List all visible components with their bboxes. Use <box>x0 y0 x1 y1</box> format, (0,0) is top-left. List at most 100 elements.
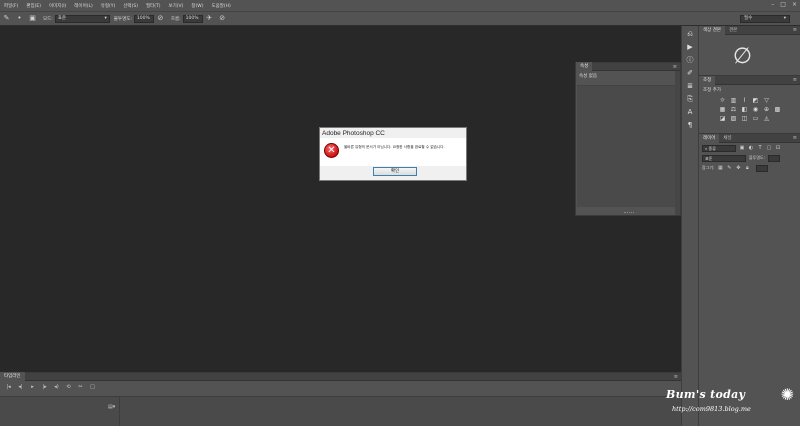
opacity-label: 불투명도: <box>113 16 132 22</box>
photo-filter-icon[interactable]: ◉ <box>752 106 759 113</box>
blend-mode-value: 표준 <box>705 155 713 161</box>
menu-layer[interactable]: 레이어(L) <box>70 3 96 9</box>
window-controls: – □ × <box>771 1 797 8</box>
mode-label: 모드: <box>43 16 53 22</box>
close-button[interactable]: × <box>792 1 797 8</box>
layer-kind-select[interactable]: ⌕ 종류 <box>702 144 736 152</box>
history-icon[interactable]: ⎌ <box>684 29 696 39</box>
flow-label: 흐름: <box>170 16 181 22</box>
tab-layers[interactable]: 레이어 <box>699 133 720 143</box>
lock-transparent-icon[interactable]: ▦ <box>717 165 723 171</box>
workspace-select[interactable]: 필수 ▾ <box>740 15 790 23</box>
menu-help[interactable]: 도움말(H) <box>207 3 234 9</box>
color-balance-icon[interactable]: ⚖ <box>730 106 737 113</box>
menu-file[interactable]: 파일(F) <box>0 3 22 9</box>
first-frame-button[interactable]: |◂ <box>5 384 12 390</box>
menu-edit[interactable]: 편집(E) <box>22 3 45 9</box>
layer-fill-input[interactable] <box>756 164 769 172</box>
render-icon[interactable]: ▤▾ <box>108 404 115 410</box>
ok-button[interactable]: 확인 <box>373 167 417 176</box>
paragraph-icon[interactable]: ¶ <box>684 120 696 130</box>
opacity-input[interactable]: 100% <box>133 14 154 23</box>
brush-size-icon[interactable]: • <box>15 14 24 23</box>
exposure-icon[interactable]: ◩ <box>752 97 759 104</box>
pressure-opacity-icon[interactable]: ⊘ <box>156 14 165 23</box>
transition-button[interactable]: □ <box>89 384 96 390</box>
next-frame-button[interactable]: |▸ <box>41 384 48 390</box>
menu-type[interactable]: 유형(Y) <box>97 3 120 9</box>
layer-opacity-input[interactable] <box>768 154 781 162</box>
settings-button[interactable]: ⟲ <box>65 384 72 390</box>
audio-button[interactable]: ◂) <box>53 384 60 390</box>
filter-adjust-icon[interactable]: ◐ <box>748 145 754 151</box>
adjustments-panel: 조정 ≡ 조정 추가 ☼ ▥ ⌇ ◩ ▽ ▦ ⚖ ◧ ◉ ⊕ ▩ ◪ ▨ ◫ ▭… <box>699 75 800 134</box>
flow-value: 100% <box>185 15 199 21</box>
timeline-panel: 타임라인 ≡ |◂ ◂| ▸ |▸ ◂) ⟲ ✂ □ ▤▾ <box>0 372 681 426</box>
play-icon[interactable]: ▶ <box>684 42 696 52</box>
menu-image[interactable]: 이미지(I) <box>45 3 70 9</box>
black-white-icon[interactable]: ◧ <box>741 106 748 113</box>
adjustments-tabs: 조정 ≡ <box>699 75 800 85</box>
tab-color-swatches[interactable]: 색상 견본 <box>699 25 725 35</box>
play-button[interactable]: ▸ <box>29 384 36 390</box>
panel-menu-icon[interactable]: ≡ <box>793 27 797 33</box>
filter-smart-icon[interactable]: ⊡ <box>775 145 781 151</box>
tool-preset-icon[interactable]: ✎ <box>2 14 11 23</box>
watermark: Bum's today ✺ http://com9813.blog.me <box>666 385 800 426</box>
clone-icon[interactable]: ⎘ <box>684 94 696 104</box>
menu-view[interactable]: 보기(V) <box>165 3 188 9</box>
prev-frame-button[interactable]: ◂| <box>17 384 24 390</box>
lock-all-icon[interactable]: 🔒︎ <box>744 165 750 171</box>
airbrush-icon[interactable]: ✈ <box>205 14 214 23</box>
resize-grip-icon[interactable] <box>624 212 634 214</box>
brush-panel-icon[interactable]: ▣ <box>28 14 37 23</box>
lock-label: 잠그기: <box>702 165 715 170</box>
dialog-body: ✕ 올바른 유형의 문서가 아닙니다. 요청한 사항을 완료할 수 없습니다. <box>320 138 466 166</box>
blend-mode-select[interactable]: 표준 <box>702 154 746 162</box>
filter-type-icon[interactable]: T <box>757 145 763 151</box>
tab-channels[interactable]: 채널 <box>719 135 735 141</box>
menu-filter[interactable]: 필터(T) <box>142 3 165 9</box>
mode-select[interactable]: 표준 ▾ <box>54 14 110 23</box>
menu-select[interactable]: 선택(S) <box>119 3 142 9</box>
timeline-track[interactable]: ▤▾ <box>0 396 681 426</box>
filter-pixel-icon[interactable]: ▣ <box>739 145 745 151</box>
lock-move-icon[interactable]: ✥ <box>735 165 741 171</box>
panel-menu-icon[interactable]: ≡ <box>673 64 677 70</box>
split-button[interactable]: ✂ <box>77 384 84 390</box>
gradient-map-icon[interactable]: ▭ <box>752 115 759 122</box>
panel-menu-icon[interactable]: ≡ <box>793 135 797 141</box>
posterize-icon[interactable]: ▨ <box>730 115 737 122</box>
no-entry-icon: ∅ <box>732 44 753 69</box>
panel-menu-icon[interactable]: ≡ <box>793 77 797 83</box>
layers-tabs: 레이어 채널 ≡ <box>699 133 800 143</box>
menu-window[interactable]: 창(W) <box>187 3 207 9</box>
selective-color-icon[interactable]: ◬ <box>763 115 770 122</box>
adjust-icon[interactable]: ≣ <box>684 81 696 91</box>
tab-swatches[interactable]: 견본 <box>725 27 741 33</box>
flow-input[interactable]: 100% <box>182 14 203 23</box>
invert-icon[interactable]: ◪ <box>719 115 726 122</box>
type-icon[interactable]: A <box>684 107 696 117</box>
channel-mixer-icon[interactable]: ⊕ <box>763 106 770 113</box>
brush-icon[interactable]: ✐ <box>684 68 696 78</box>
tab-properties[interactable]: 속성 <box>576 62 593 71</box>
pressure-size-icon[interactable]: ⊘ <box>218 14 227 23</box>
tab-adjustments[interactable]: 조정 <box>699 75 716 85</box>
curves-icon[interactable]: ⌇ <box>741 97 748 104</box>
filter-shape-icon[interactable]: ▢ <box>766 145 772 151</box>
panel-menu-icon[interactable]: ≡ <box>674 374 678 380</box>
levels-icon[interactable]: ▥ <box>730 97 737 104</box>
adjustments-row-3: ◪ ▨ ◫ ▭ ◬ <box>699 113 800 122</box>
info-icon[interactable]: ⓘ <box>684 55 696 65</box>
lock-paint-icon[interactable]: ✎ <box>726 165 732 171</box>
color-lookup-icon[interactable]: ▩ <box>774 106 781 113</box>
brightness-icon[interactable]: ☼ <box>719 97 726 104</box>
minimize-button[interactable]: – <box>771 1 774 8</box>
threshold-icon[interactable]: ◫ <box>741 115 748 122</box>
tab-timeline[interactable]: 타임라인 <box>0 372 25 381</box>
vibrance-icon[interactable]: ▽ <box>763 97 770 104</box>
hue-saturation-icon[interactable]: ▦ <box>719 106 726 113</box>
properties-scrollbar[interactable] <box>675 71 680 215</box>
maximize-button[interactable]: □ <box>780 1 786 8</box>
